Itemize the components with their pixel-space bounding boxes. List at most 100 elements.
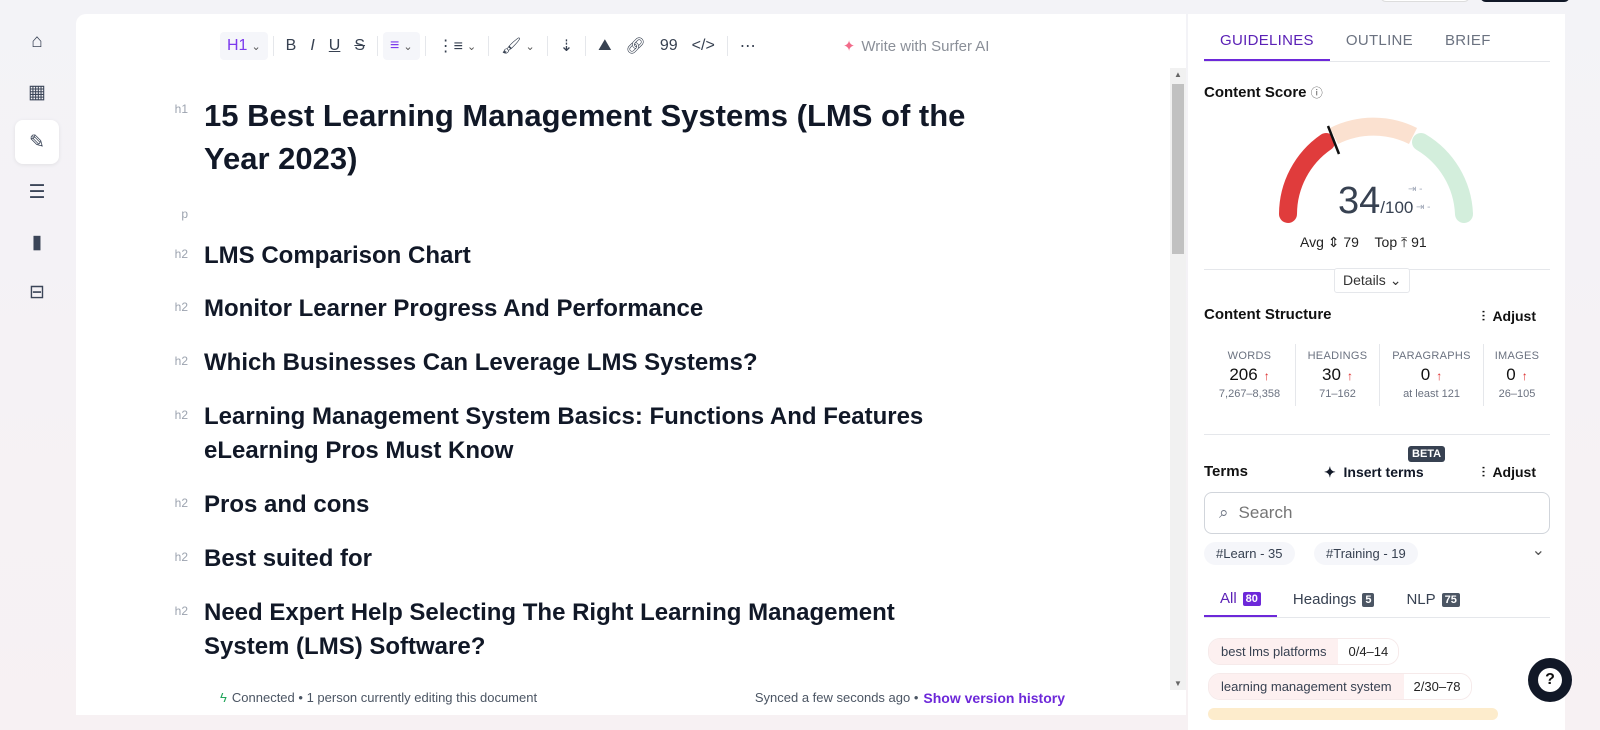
block-text[interactable]: Need Expert Help Selecting The Right Lea… — [204, 596, 984, 664]
block-text[interactable] — [204, 199, 984, 221]
term-item[interactable]: best lms platforms 0/4–14 — [1208, 638, 1400, 665]
block-text[interactable]: LMS Comparison Chart — [204, 239, 984, 273]
sparkle-icon: ✦ — [1324, 464, 1336, 480]
scrollbar[interactable]: ▲ ▼ — [1170, 68, 1186, 690]
link-icon[interactable]: 🔗︎ — [619, 32, 653, 60]
heading-2-block[interactable]: h2 Learning Management System Basics: Fun… — [76, 400, 1076, 468]
more-icon[interactable]: ⋯ — [733, 32, 763, 60]
term-name: learning management system — [1209, 674, 1404, 699]
block-text[interactable]: Best suited for — [204, 542, 984, 576]
tab-outline[interactable]: OUTLINE — [1330, 26, 1429, 61]
heading-2-block[interactable]: h2 Need Expert Help Selecting The Right L… — [76, 596, 1076, 664]
heading-2-block[interactable]: h2 Pros and cons — [76, 488, 1076, 522]
chart-icon[interactable]: ▮ — [15, 220, 59, 264]
help-button[interactable]: ? — [1528, 658, 1572, 702]
block-type-label: h2 — [174, 354, 188, 368]
list-dropdown[interactable]: ⋮≡ ⌄ — [431, 32, 484, 60]
content-structure-title: Content Structure — [1204, 306, 1332, 323]
highlight-dropdown[interactable]: 🖌︎ ⌄ — [494, 32, 542, 60]
divider — [377, 36, 379, 56]
heading-2-block[interactable]: h2 Monitor Learner Progress And Performan… — [76, 292, 1076, 326]
stat-paragraphs: PARAGRAPHS 0 ↑ at least 121 — [1380, 344, 1484, 406]
stat-headings: HEADINGS 30 ↑ 71–162 — [1296, 344, 1380, 406]
version-history-link[interactable]: Show version history — [923, 690, 1065, 706]
dashboard-icon[interactable]: ▦ — [15, 70, 59, 114]
content-editor-icon[interactable]: ✎ — [15, 120, 59, 164]
filter-all[interactable]: All 80 — [1204, 582, 1277, 617]
write-with-ai-button[interactable]: ✦ Write with Surfer AI — [842, 37, 990, 56]
term-count: 0/4–14 — [1338, 639, 1399, 664]
block-type-label: h1 — [174, 102, 188, 116]
tab-brief[interactable]: BRIEF — [1429, 26, 1507, 61]
align-dropdown[interactable]: ≡ ⌄ — [383, 32, 420, 60]
top-icon: ⤒ — [1401, 234, 1408, 250]
block-type-label: h2 — [174, 408, 188, 422]
scroll-up-icon[interactable]: ▲ — [1174, 70, 1182, 79]
scroll-down-icon[interactable]: ▼ — [1174, 679, 1182, 688]
top-primary-button[interactable] — [1480, 0, 1570, 2]
stat-label: HEADINGS — [1307, 350, 1368, 362]
avg-icon: ⇕ — [1327, 234, 1340, 250]
block-text[interactable]: Which Businesses Can Leverage LMS System… — [204, 346, 984, 380]
home-icon[interactable]: ⌂ — [15, 20, 59, 64]
structure-adjust-button[interactable]: ⫶ Adjust — [1482, 308, 1536, 325]
gauge-red-arc — [1279, 133, 1335, 223]
italic-button[interactable]: I — [303, 32, 321, 60]
block-text[interactable]: 15 Best Learning Management Systems (LMS… — [204, 94, 1004, 180]
insert-terms-button[interactable]: ✦ Insert terms — [1324, 464, 1424, 481]
topic-chip[interactable]: #Learn - 35 — [1204, 542, 1295, 565]
info-icon[interactable]: ⓘ — [1311, 86, 1323, 100]
chevron-down-icon[interactable]: ⌄ — [1532, 540, 1545, 560]
avg-value: 79 — [1343, 234, 1359, 250]
image-icon[interactable]: ⛰ — [591, 32, 618, 60]
heading-2-block[interactable]: h2 Best suited for — [76, 542, 1076, 576]
details-button[interactable]: Details ⌄ — [1334, 268, 1411, 293]
block-text[interactable]: Learning Management System Basics: Funct… — [204, 400, 984, 468]
heading-2-block[interactable]: h2 LMS Comparison Chart — [76, 239, 1076, 273]
list-icon[interactable]: ☰ — [15, 170, 59, 214]
filter-headings[interactable]: Headings 5 — [1277, 582, 1391, 617]
connected-status: Connected — [231, 690, 295, 705]
adjust-label: Adjust — [1492, 308, 1536, 324]
block-text[interactable]: Pros and cons — [204, 488, 984, 522]
details-label: Details — [1343, 272, 1386, 288]
term-item[interactable] — [1208, 708, 1498, 720]
quote-icon[interactable]: 99 — [653, 32, 685, 60]
bold-button[interactable]: B — [279, 32, 304, 60]
heading-1-block[interactable]: h1 15 Best Learning Management Systems (L… — [76, 94, 1076, 180]
tab-guidelines[interactable]: GUIDELINES — [1204, 26, 1330, 61]
sparkle-icon: ✦ — [842, 38, 856, 55]
chevron-down-icon: ⌄ — [466, 40, 477, 53]
term-item[interactable]: learning management system 2/30–78 — [1208, 673, 1472, 700]
guidelines-panel: GUIDELINES OUTLINE BRIEF Content Score ⓘ… — [1188, 14, 1565, 730]
heading-2-block[interactable]: h2 Which Businesses Can Leverage LMS Syst… — [76, 346, 1076, 380]
toolbar: H1 ⌄ B I U S ≡ ⌄ ⋮≡ ⌄ 🖌︎ ⌄ ⇣ ⛰ 🔗︎ 99 </> ⋯ ✦… — [220, 32, 989, 60]
scroll-thumb[interactable] — [1172, 84, 1184, 254]
divider — [488, 36, 490, 56]
block-text[interactable]: Monitor Learner Progress And Performance — [204, 292, 984, 326]
heading-dropdown[interactable]: H1 ⌄ — [220, 32, 268, 60]
document-icon[interactable]: ⊟ — [15, 270, 59, 314]
status-bar: ϟ Connected • 1 person currently editing… — [220, 690, 1065, 706]
sort-icon[interactable]: ⇣ — [553, 32, 580, 60]
terms-adjust-button[interactable]: ⫶ Adjust — [1482, 464, 1536, 481]
strikethrough-button[interactable]: S — [347, 32, 372, 60]
underline-button[interactable]: U — [322, 32, 348, 60]
code-icon[interactable]: </> — [685, 32, 722, 60]
topic-chip[interactable]: #Training - 19 — [1314, 542, 1418, 565]
divider — [1204, 434, 1550, 435]
paragraph-block[interactable]: p — [76, 199, 1076, 221]
filter-label: NLP — [1406, 591, 1436, 608]
block-type-label: h2 — [174, 300, 188, 314]
structure-stats: WORDS 206 ↑ 7,267–8,358 HEADINGS 30 ↑ 71–162 PAR… — [1204, 344, 1550, 406]
top-button[interactable] — [1380, 0, 1470, 2]
search-input[interactable] — [1238, 503, 1460, 523]
filter-nlp[interactable]: NLP 75 — [1390, 582, 1475, 617]
filter-label: All — [1220, 590, 1237, 607]
block-type-label: p — [181, 207, 188, 221]
chevron-down-icon: ⌄ — [525, 40, 535, 53]
stat-label: IMAGES — [1494, 350, 1540, 362]
adjust-label: Adjust — [1492, 464, 1536, 480]
filter-label: Headings — [1292, 591, 1357, 608]
count-badge: 80 — [1242, 591, 1261, 606]
